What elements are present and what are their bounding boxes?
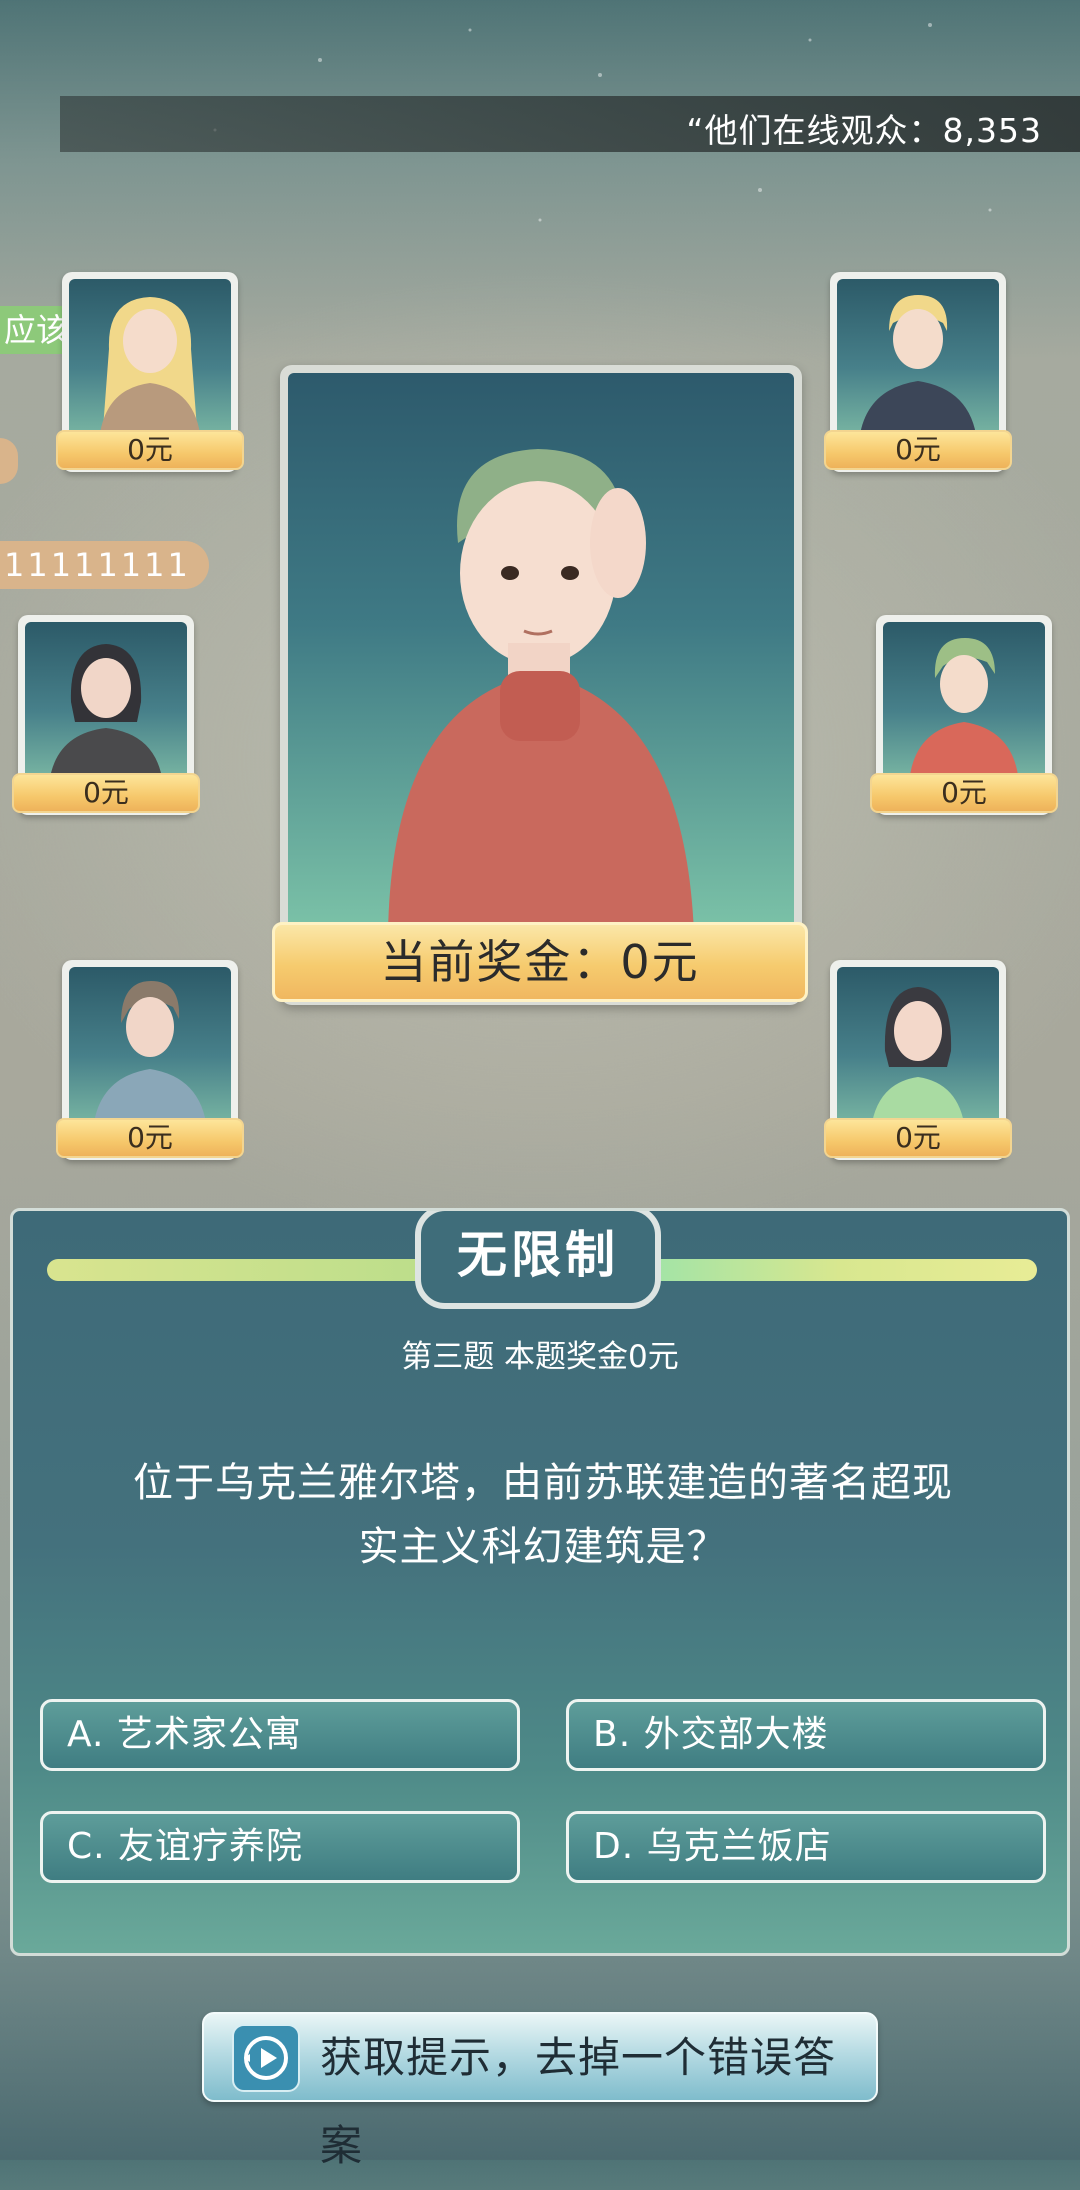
contestant-avatar [883, 622, 1045, 784]
answer-option-a[interactable]: A. 艺术家公寓 [40, 1699, 520, 1771]
contestant-avatar [837, 967, 999, 1129]
current-prize-banner: 当前奖金：0元 [272, 922, 808, 1002]
chat-bubble [0, 438, 18, 484]
contestant-prize: 0元 [824, 430, 1012, 470]
question-line: 位于乌克兰雅尔塔，由前苏联建造的著名超现 [133, 1460, 953, 1506]
hint-button[interactable]: 获取提示，去掉一个错误答案 [202, 2012, 878, 2170]
hint-button-label: 获取提示，去掉一个错误答案 [320, 2033, 837, 2170]
question-panel: 无限制 第三题 本题奖金0元 位于乌克兰雅尔塔，由前苏联建造的著名超现 实主义科… [10, 1208, 1070, 1956]
viewer-count-text: “他们在线观众：8,353 [686, 111, 1042, 150]
contestant-avatar [69, 279, 231, 441]
mode-label: 无限制 [415, 1211, 661, 1309]
contestant-card: 0元 [824, 272, 1012, 472]
viewer-count-bar: “他们在线观众：8,353 [60, 96, 1080, 152]
answer-option-c[interactable]: C. 友谊疗养院 [40, 1811, 520, 1883]
answer-option-b[interactable]: B. 外交部大楼 [566, 1699, 1046, 1771]
question-text: 位于乌克兰雅尔塔，由前苏联建造的著名超现 实主义科幻建筑是？ [93, 1451, 993, 1579]
player-card [280, 365, 802, 1005]
question-line: 实主义科幻建筑是？ [358, 1524, 728, 1570]
contestant-card: 0元 [12, 615, 200, 815]
contestant-card: 0元 [870, 615, 1058, 815]
contestant-avatar [25, 622, 187, 784]
contestant-card: 0元 [56, 960, 244, 1160]
contestant-card: 0元 [824, 960, 1012, 1160]
chat-bubble: 11111111 [0, 541, 209, 589]
question-meta: 第三题 本题奖金0元 [401, 1339, 679, 1375]
contestant-prize: 0元 [12, 773, 200, 813]
contestant-avatar [69, 967, 231, 1129]
contestant-avatar [837, 279, 999, 441]
contestant-prize: 0元 [824, 1118, 1012, 1158]
player-avatar [288, 373, 794, 933]
play-hint-icon [232, 2024, 300, 2092]
answer-option-d[interactable]: D. 乌克兰饭店 [566, 1811, 1046, 1883]
contestant-card: 0元 [56, 272, 244, 472]
contestant-prize: 0元 [56, 430, 244, 470]
contestant-prize: 0元 [56, 1118, 244, 1158]
contestant-prize: 0元 [870, 773, 1058, 813]
